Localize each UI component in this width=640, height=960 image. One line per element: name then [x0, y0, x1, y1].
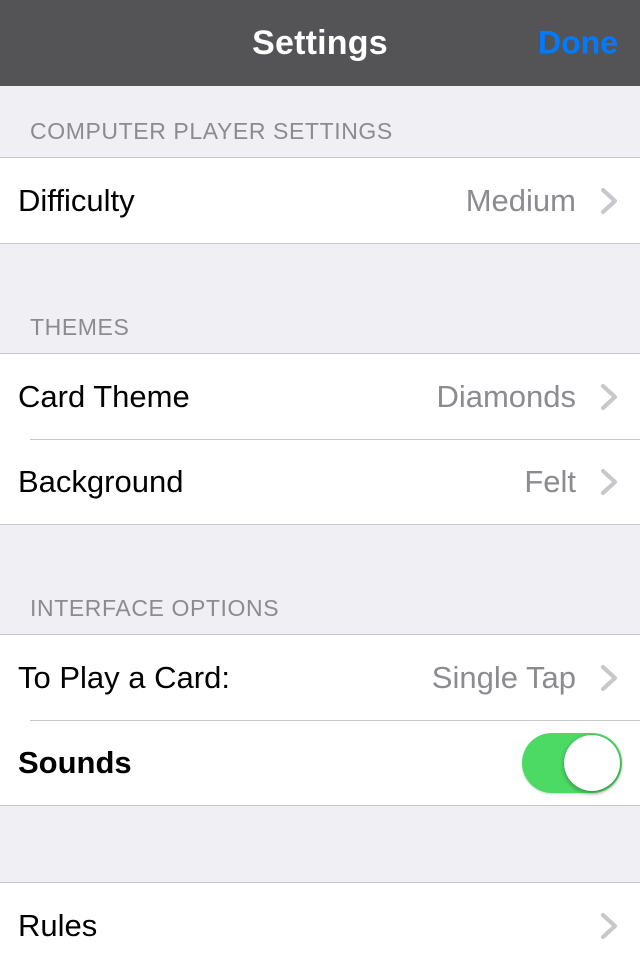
- section-header-computer-player-settings: COMPUTER PLAYER SETTINGS: [0, 86, 640, 158]
- row-difficulty[interactable]: Difficulty Medium: [0, 158, 640, 243]
- navigation-bar: Settings Done: [0, 0, 640, 86]
- settings-table[interactable]: COMPUTER PLAYER SETTINGS Difficulty Medi…: [0, 86, 640, 960]
- chevron-right-icon: [596, 381, 622, 413]
- row-background[interactable]: Background Felt: [0, 439, 640, 524]
- row-label-rules: Rules: [18, 907, 98, 943]
- row-accessory-card-theme: Diamonds: [436, 379, 622, 415]
- sounds-toggle-switch[interactable]: [522, 732, 622, 793]
- row-value-difficulty: Medium: [465, 182, 576, 218]
- section-header-interface-options: INTERFACE OPTIONS: [0, 525, 640, 635]
- chevron-right-icon: [596, 910, 622, 942]
- row-label-to-play-a-card: To Play a Card:: [18, 659, 230, 695]
- section-header-rules: [0, 806, 640, 883]
- section-group-themes: Card Theme Diamonds Background Felt: [0, 354, 640, 525]
- page-title: Settings: [252, 23, 388, 62]
- row-card-theme[interactable]: Card Theme Diamonds: [0, 354, 640, 439]
- settings-screen: Settings Done COMPUTER PLAYER SETTINGS D…: [0, 0, 640, 960]
- row-value-card-theme: Diamonds: [436, 378, 576, 414]
- chevron-right-icon: [596, 662, 622, 694]
- chevron-right-icon: [596, 185, 622, 217]
- row-accessory-background: Felt: [524, 464, 622, 500]
- row-label-card-theme: Card Theme: [18, 378, 190, 414]
- row-label-difficulty: Difficulty: [18, 182, 135, 218]
- section-group-rules: Rules: [0, 883, 640, 960]
- row-accessory-to-play-a-card: Single Tap: [432, 660, 622, 696]
- row-sounds[interactable]: Sounds: [0, 720, 640, 805]
- row-label-sounds: Sounds: [18, 744, 132, 780]
- row-rules[interactable]: Rules: [0, 883, 640, 960]
- row-accessory-rules: [576, 910, 622, 942]
- row-label-background: Background: [18, 463, 184, 499]
- row-to-play-a-card[interactable]: To Play a Card: Single Tap: [0, 635, 640, 720]
- row-value-to-play-a-card: Single Tap: [431, 659, 576, 695]
- done-button[interactable]: Done: [532, 21, 624, 66]
- section-group-computer-player-settings: Difficulty Medium: [0, 158, 640, 244]
- chevron-right-icon: [596, 466, 622, 498]
- section-header-themes: THEMES: [0, 244, 640, 354]
- section-group-interface-options: To Play a Card: Single Tap Sounds: [0, 635, 640, 806]
- row-value-background: Felt: [524, 463, 576, 499]
- toggle-knob: [564, 734, 620, 791]
- row-accessory-difficulty: Medium: [466, 183, 622, 219]
